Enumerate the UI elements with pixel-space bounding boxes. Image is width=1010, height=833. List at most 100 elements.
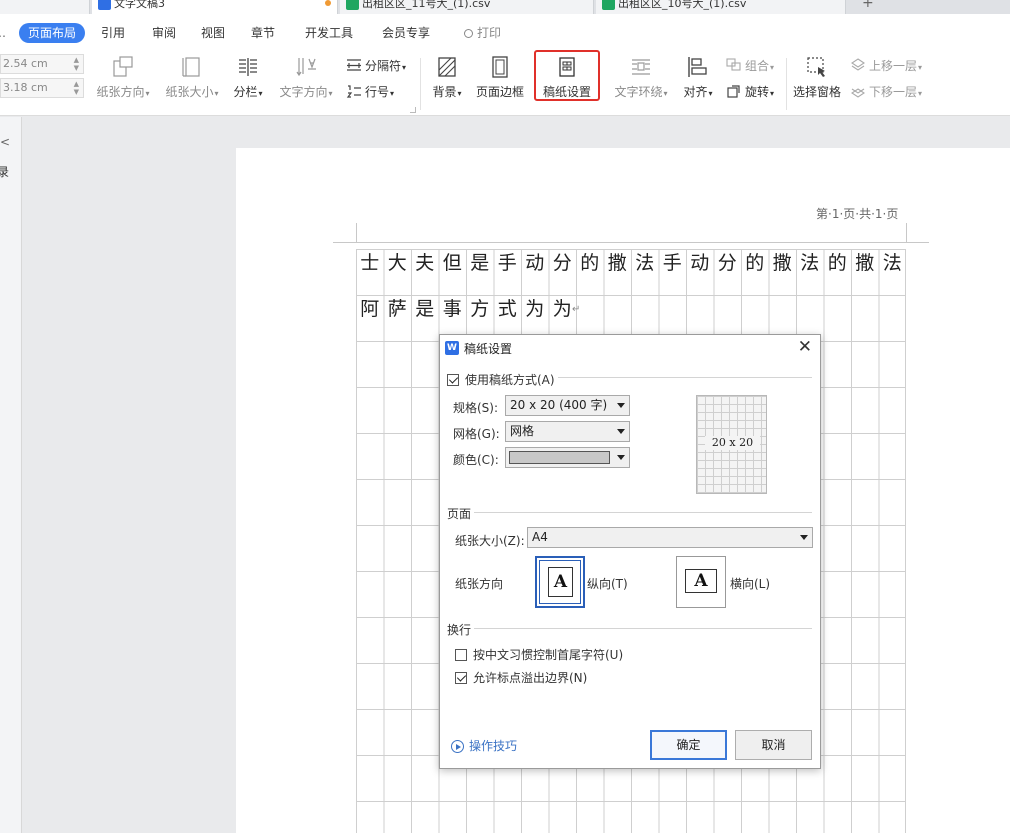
text-direction-button[interactable]: 文字方向▾ xyxy=(277,55,335,100)
checkbox-checked-icon[interactable] xyxy=(447,374,459,386)
grid-label: 网格(G): xyxy=(453,427,500,441)
menu-tab-section[interactable]: 章节 xyxy=(251,23,275,43)
paper-size-icon xyxy=(182,57,200,77)
portrait-label[interactable]: 纵向(T) xyxy=(587,575,628,592)
group-expand-icon[interactable] xyxy=(410,107,416,113)
spinner-icon[interactable]: ▲ ▼ xyxy=(74,56,79,72)
page-border-button[interactable]: 页面边框 xyxy=(474,55,526,100)
align-label: 对齐 xyxy=(683,85,708,99)
grid-character: 分 xyxy=(717,252,737,274)
page-orientation-icon xyxy=(113,56,133,77)
cancel-button[interactable]: 取消 xyxy=(735,730,812,760)
landscape-page-icon: A xyxy=(685,569,717,593)
grid-character: 大 xyxy=(387,252,407,274)
background-button[interactable]: 背景▾ xyxy=(429,55,465,100)
line-number-label: 行号 xyxy=(365,85,390,99)
grid-character: 士 xyxy=(360,252,380,274)
close-icon[interactable]: ✕ xyxy=(798,337,812,357)
collapse-arrow-icon[interactable]: < xyxy=(0,135,10,149)
group-button[interactable]: 组合▾ xyxy=(726,57,774,74)
file-tab-sheet-2[interactable]: 出租区区_10号大_(1).csv xyxy=(596,0,846,14)
paper-size-select[interactable]: A4 xyxy=(527,527,813,548)
grid-character: 的 xyxy=(580,252,600,274)
checkbox-unchecked-icon[interactable] xyxy=(455,649,467,661)
file-tab-home[interactable] xyxy=(0,0,90,14)
search-icon xyxy=(464,29,473,38)
bring-forward-button[interactable]: 上移一层▾ xyxy=(850,57,922,74)
nav-pane-label: 录 xyxy=(0,165,10,179)
grid-character: 式 xyxy=(497,298,517,320)
columns-button[interactable]: 分栏▾ xyxy=(231,55,265,100)
file-tab-sheet-1[interactable]: 出租区区_11号大_(1).csv xyxy=(340,0,594,14)
landscape-label[interactable]: 横向(L) xyxy=(730,575,770,592)
paper-size-button[interactable]: 纸张大小▾ xyxy=(163,55,221,100)
orientation-button[interactable]: 纸张方向▾ xyxy=(94,55,152,100)
tips-link[interactable]: 操作技巧 xyxy=(451,737,517,754)
use-manuscript-checkbox[interactable]: 使用稿纸方式(A) xyxy=(447,371,555,388)
grid-value: 网格 xyxy=(510,424,535,438)
menu-tab-member[interactable]: 会员专享 xyxy=(382,23,430,43)
use-manuscript-label: 使用稿纸方式(A) xyxy=(465,373,555,387)
rotate-label: 旋转 xyxy=(745,85,770,99)
separator-button[interactable]: 分隔符▾ xyxy=(346,57,406,74)
ribbon-divider xyxy=(786,58,787,110)
checkbox-checked-icon[interactable] xyxy=(455,672,467,684)
menu-bar: … 页面布局 引用 审阅 视图 章节 开发工具 会员专享 打印 xyxy=(0,14,1010,50)
grid-select[interactable]: 网格 xyxy=(505,421,630,442)
section-divider xyxy=(558,377,812,378)
page-section-title: 页面 xyxy=(447,507,472,521)
new-tab-plus-icon[interactable]: + xyxy=(862,0,874,11)
page-border-label: 页面边框 xyxy=(475,85,524,99)
align-button[interactable]: 对齐▾ xyxy=(681,55,715,100)
portrait-page-icon: A xyxy=(548,567,573,597)
chinese-rules-label: 按中文习惯控制首尾字符(U) xyxy=(473,648,624,662)
color-select[interactable] xyxy=(505,447,630,468)
menu-tab-page-layout[interactable]: 页面布局 xyxy=(19,23,86,43)
file-tab-label: 出租区区_10号大_(1).csv xyxy=(618,0,747,10)
menu-item-start-cut[interactable]: … xyxy=(0,23,6,43)
background-label: 背景 xyxy=(432,85,457,99)
dialog-title-bar[interactable]: W 稿纸设置 ✕ xyxy=(440,335,820,361)
text-direction-icon xyxy=(296,58,316,77)
paper-size-label: 纸张大小(Z): xyxy=(455,534,525,548)
landscape-option[interactable]: A xyxy=(676,556,726,608)
dropdown-arrow-icon xyxy=(617,455,625,460)
bring-forward-label: 上移一层 xyxy=(869,59,918,73)
chinese-rules-checkbox[interactable]: 按中文习惯控制首尾字符(U) xyxy=(455,646,623,663)
selection-pane-button[interactable]: 选择窗格 xyxy=(792,55,842,100)
text-direction-label: 文字方向 xyxy=(279,85,328,99)
text-line-2[interactable]: 阿萨是事方式为为 ↵ xyxy=(356,295,580,323)
grid-character: 事 xyxy=(442,298,462,320)
grid-character: 是 xyxy=(415,298,435,320)
grid-character: 撒 xyxy=(772,252,792,274)
grid-character: 的 xyxy=(827,252,847,274)
section-divider xyxy=(474,512,812,513)
portrait-option[interactable]: A xyxy=(535,556,585,608)
rotate-button[interactable]: 旋转▾ xyxy=(726,83,774,100)
send-backward-icon xyxy=(851,88,865,98)
text-line-1[interactable]: 士大夫但是手动分的撒法手动分的撒法的撒法 xyxy=(356,249,906,277)
send-backward-label: 下移一层 xyxy=(869,85,918,99)
background-icon xyxy=(438,57,456,77)
spec-select[interactable]: 20 x 20 (400 字) xyxy=(505,395,630,416)
menu-tab-references[interactable]: 引用 xyxy=(101,23,125,43)
grid-character: 撒 xyxy=(607,252,627,274)
margin-bottom-field[interactable]: 3.18 cm ▲ ▼ xyxy=(0,78,84,98)
group-icon xyxy=(726,58,741,71)
menu-tab-view[interactable]: 视图 xyxy=(201,23,225,43)
file-tab-writer[interactable]: 文字文稿3 xyxy=(92,0,338,14)
text-wrap-icon xyxy=(632,59,650,75)
send-backward-button[interactable]: 下移一层▾ xyxy=(850,83,922,100)
ok-button[interactable]: 确定 xyxy=(650,730,727,760)
orientation-label: 纸张方向 xyxy=(455,577,504,591)
text-wrap-label: 文字环绕 xyxy=(614,85,663,99)
text-wrap-button[interactable]: 文字环绕▾ xyxy=(612,55,670,100)
punct-overflow-checkbox[interactable]: 允许标点溢出边界(N) xyxy=(455,669,587,686)
spinner-icon[interactable]: ▲ ▼ xyxy=(74,80,79,96)
align-icon xyxy=(688,57,707,77)
menu-search[interactable]: 打印 xyxy=(464,23,501,43)
line-number-button[interactable]: 行号▾ xyxy=(346,83,394,100)
menu-tab-review[interactable]: 审阅 xyxy=(152,23,176,43)
menu-tab-developer[interactable]: 开发工具 xyxy=(305,23,353,43)
margin-top-field[interactable]: 2.54 cm ▲ ▼ xyxy=(0,54,84,74)
